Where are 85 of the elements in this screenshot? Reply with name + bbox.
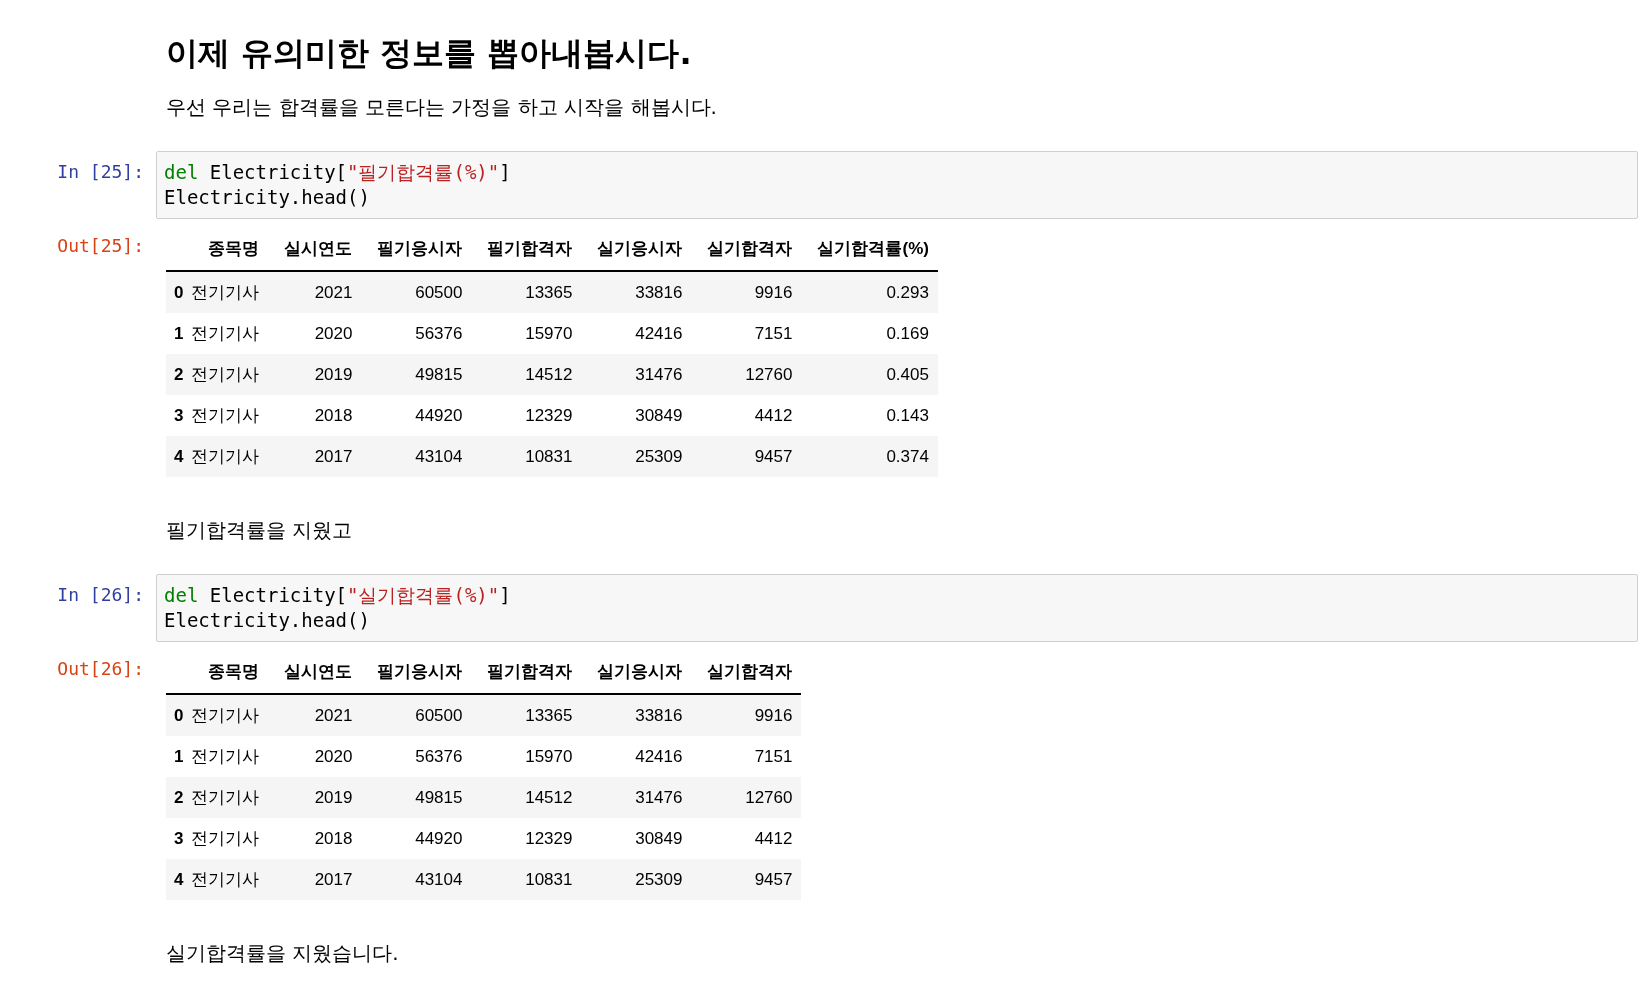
table-cell: 2019	[268, 777, 362, 818]
input-prompt: In [25]:	[57, 160, 144, 182]
table-cell: 12760	[691, 354, 802, 395]
code-cell[interactable]: del Electricity["필기합격률(%)"] Electricity.head()	[156, 151, 1638, 219]
table-cell: 9457	[691, 436, 802, 477]
table-cell: 60500	[361, 271, 472, 313]
table-cell: 7151	[691, 736, 802, 777]
row-index: 3	[166, 395, 192, 436]
table-cell: 31476	[581, 354, 692, 395]
table-cell: 33816	[581, 271, 692, 313]
table-cell: 43104	[361, 859, 472, 900]
table-cell: 전기기사	[191, 736, 269, 777]
table-cell: 49815	[361, 777, 472, 818]
table-cell: 10831	[471, 859, 582, 900]
table-cell: 0.169	[801, 313, 938, 354]
table-cell: 2017	[268, 859, 362, 900]
paragraph: 실기합격률을 지웠습니다.	[166, 940, 399, 967]
table-cell: 2019	[268, 354, 362, 395]
table-cell: 56376	[361, 313, 472, 354]
table-cell: 12760	[691, 777, 802, 818]
table-cell: 42416	[581, 313, 692, 354]
table-cell: 9916	[691, 271, 802, 313]
table-cell: 전기기사	[191, 271, 269, 313]
table-cell: 43104	[361, 436, 472, 477]
output-prompt: Out[26]:	[57, 657, 144, 679]
row-index: 4	[166, 436, 192, 477]
table-cell: 전기기사	[191, 859, 269, 900]
paragraph: 필기합격률을 지웠고	[166, 517, 353, 544]
row-index: 1	[166, 736, 192, 777]
table-cell: 2021	[268, 694, 362, 736]
table-cell: 전기기사	[191, 818, 269, 859]
code-cell[interactable]: del Electricity["실기합격률(%)"] Electricity.head()	[156, 574, 1638, 642]
table-cell: 4412	[691, 818, 802, 859]
table-cell: 전기기사	[191, 313, 269, 354]
row-index: 0	[166, 271, 192, 313]
table-cell: 전기기사	[191, 395, 269, 436]
table-cell: 14512	[471, 777, 582, 818]
paragraph: 우선 우리는 합격률을 모른다는 가정을 하고 시작을 해봅시다.	[166, 94, 717, 121]
table-cell: 60500	[361, 694, 472, 736]
table-cell: 2020	[268, 313, 362, 354]
table-cell: 4412	[691, 395, 802, 436]
table-cell: 0.405	[801, 354, 938, 395]
table-cell: 2017	[268, 436, 362, 477]
input-prompt: In [26]:	[57, 583, 144, 605]
table-cell: 7151	[691, 313, 802, 354]
table-cell: 전기기사	[191, 777, 269, 818]
table-cell: 56376	[361, 736, 472, 777]
table-cell: 9916	[691, 694, 802, 736]
table-cell: 30849	[581, 395, 692, 436]
table-cell: 42416	[581, 736, 692, 777]
table-cell: 2018	[268, 818, 362, 859]
table-cell: 전기기사	[191, 436, 269, 477]
row-index: 2	[166, 354, 192, 395]
table-cell: 2021	[268, 271, 362, 313]
table-cell: 15970	[471, 736, 582, 777]
output-prompt: Out[25]:	[57, 234, 144, 256]
section-heading: 이제 유의미한 정보를 뽑아내봅시다.	[166, 33, 693, 74]
table-cell: 10831	[471, 436, 582, 477]
table-cell: 전기기사	[191, 694, 269, 736]
table-cell: 12329	[471, 818, 582, 859]
table-cell: 전기기사	[191, 354, 269, 395]
table-cell: 2020	[268, 736, 362, 777]
row-index: 1	[166, 313, 192, 354]
row-index: 2	[166, 777, 192, 818]
table-cell: 30849	[581, 818, 692, 859]
table-cell: 0.143	[801, 395, 938, 436]
table-cell: 31476	[581, 777, 692, 818]
table-cell: 0.293	[801, 271, 938, 313]
table-cell: 25309	[581, 859, 692, 900]
table-cell: 25309	[581, 436, 692, 477]
table-cell: 13365	[471, 694, 582, 736]
table-cell: 9457	[691, 859, 802, 900]
row-index: 3	[166, 818, 192, 859]
table-cell: 33816	[581, 694, 692, 736]
table-cell: 14512	[471, 354, 582, 395]
table-cell: 15970	[471, 313, 582, 354]
table-cell: 44920	[361, 395, 472, 436]
table-cell: 44920	[361, 818, 472, 859]
row-index: 4	[166, 859, 192, 900]
table-cell: 49815	[361, 354, 472, 395]
row-index: 0	[166, 694, 192, 736]
table-cell: 13365	[471, 271, 582, 313]
table-cell: 2018	[268, 395, 362, 436]
table-cell: 0.374	[801, 436, 938, 477]
table-cell: 12329	[471, 395, 582, 436]
